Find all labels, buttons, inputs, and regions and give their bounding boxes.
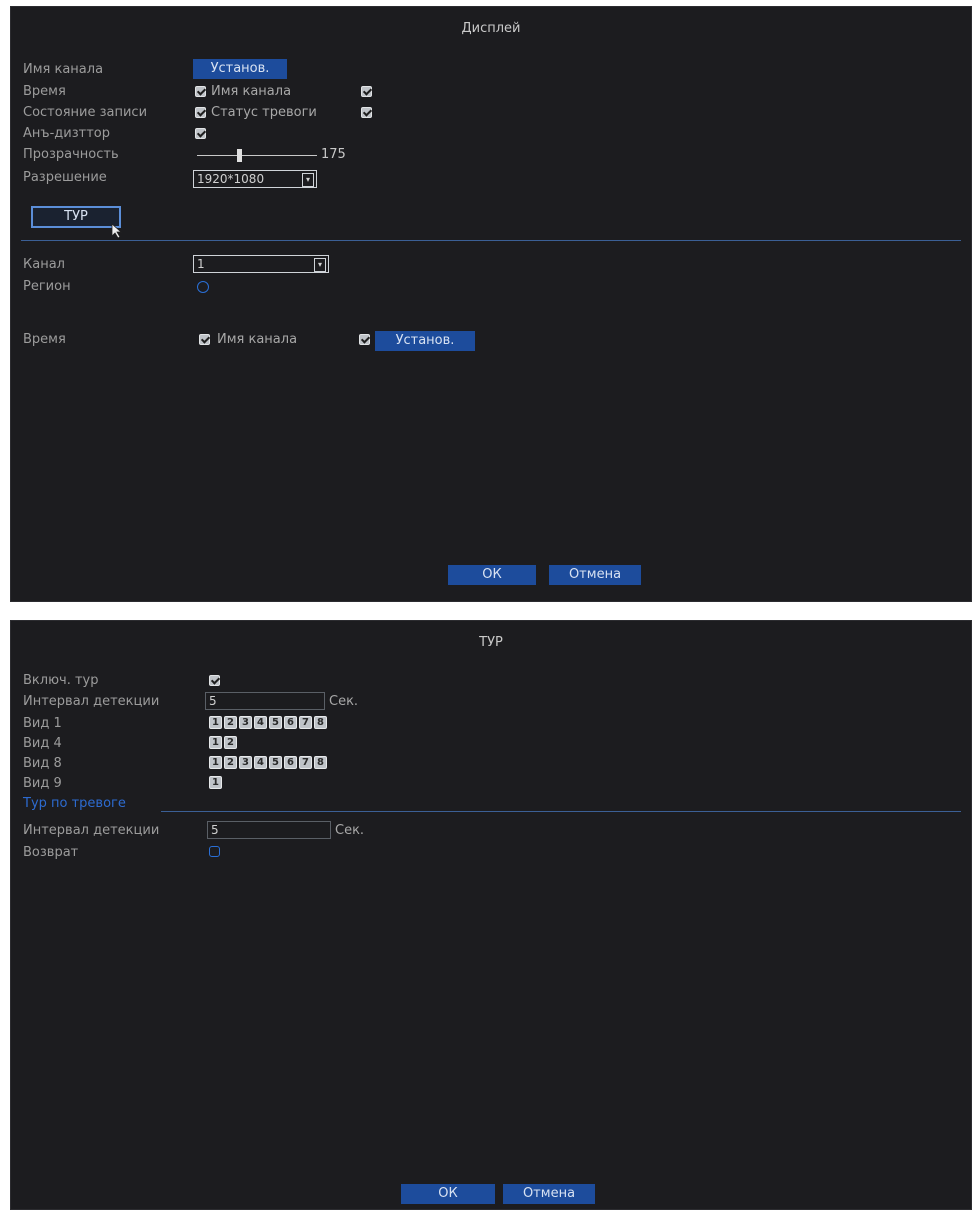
channel-number-box[interactable]: 4 xyxy=(254,756,267,769)
ok-button[interactable]: ОК xyxy=(448,565,536,585)
view-4-label: Вид 4 xyxy=(23,736,62,751)
channel-name-check-label: Имя канала xyxy=(211,84,292,99)
record-status-checkbox[interactable] xyxy=(195,107,206,118)
interval-unit: Сек. xyxy=(329,694,359,709)
enable-tour-checkbox[interactable] xyxy=(209,675,220,686)
tour-ok-button[interactable]: ОК xyxy=(401,1184,495,1204)
transparency-label: Прозрачность xyxy=(23,147,119,162)
channel-label: Канал xyxy=(23,257,65,272)
channel-number-box[interactable]: 7 xyxy=(299,716,312,729)
interval-input[interactable]: 5 xyxy=(205,692,325,710)
channel-number-box[interactable]: 4 xyxy=(254,716,267,729)
cancel-button[interactable]: Отмена xyxy=(549,565,641,585)
resolution-select[interactable]: 1920*1080 ▾ xyxy=(193,170,317,188)
alarm-status-label: Статус тревоги xyxy=(211,105,317,120)
tour-panel: ТУР Включ. тур Интервал детекции 5 Сек. … xyxy=(10,620,972,1210)
channel-number-box[interactable]: 6 xyxy=(284,716,297,729)
channel-name-set-button[interactable]: Установ. xyxy=(193,59,287,79)
channel-number-box[interactable]: 3 xyxy=(239,716,252,729)
time-label: Время xyxy=(23,84,66,99)
transparency-slider-thumb[interactable] xyxy=(237,149,242,162)
channel-value: 1 xyxy=(197,257,205,271)
view-8-label: Вид 8 xyxy=(23,756,62,771)
channel-number-box[interactable]: 2 xyxy=(224,756,237,769)
time-checkbox[interactable] xyxy=(195,86,206,97)
channel-name-label: Имя канала xyxy=(23,62,104,77)
channel-name-checkbox[interactable] xyxy=(361,86,372,97)
time2-label: Время xyxy=(23,332,66,347)
region-label: Регион xyxy=(23,279,71,294)
channel-select[interactable]: 1 ▾ xyxy=(193,255,329,273)
channel-number-box[interactable]: 2 xyxy=(224,736,237,749)
transparency-slider-track[interactable] xyxy=(197,155,317,156)
enable-tour-label: Включ. тур xyxy=(23,673,99,688)
channel-number-box[interactable]: 1 xyxy=(209,736,222,749)
channel-number-box[interactable]: 1 xyxy=(209,776,222,789)
view-4-channels: 12 xyxy=(209,736,237,749)
channel-number-box[interactable]: 8 xyxy=(314,716,327,729)
channel-number-box[interactable]: 2 xyxy=(224,716,237,729)
channel-number-box[interactable]: 5 xyxy=(269,716,282,729)
alarm-interval-label: Интервал детекции xyxy=(23,823,160,838)
tour-title: ТУР xyxy=(479,635,503,650)
channel-number-box[interactable]: 3 xyxy=(239,756,252,769)
view-8-channels: 12345678 xyxy=(209,756,327,769)
set2-button[interactable]: Установ. xyxy=(375,331,475,351)
alarm-interval-input[interactable]: 5 xyxy=(207,821,331,839)
chevron-down-icon: ▾ xyxy=(314,258,326,272)
alarm-tour-section-label: Тур по тревоге xyxy=(23,796,126,811)
display-panel: Дисплей Имя канала Установ. Время Имя ка… xyxy=(10,6,972,602)
display-title: Дисплей xyxy=(461,21,521,36)
channel-number-box[interactable]: 1 xyxy=(209,716,222,729)
return-label: Возврат xyxy=(23,845,79,860)
transparency-value: 175 xyxy=(321,147,346,162)
time2-checkbox[interactable] xyxy=(199,334,210,345)
channel-number-box[interactable]: 7 xyxy=(299,756,312,769)
channel-number-box[interactable]: 1 xyxy=(209,756,222,769)
view-9-label: Вид 9 xyxy=(23,776,62,791)
alarm-status-checkbox[interactable] xyxy=(361,107,372,118)
alarm-interval-unit: Сек. xyxy=(335,823,365,838)
mouse-cursor-icon xyxy=(111,223,123,239)
channel-name2-label: Имя канала xyxy=(217,332,298,347)
view-1-label: Вид 1 xyxy=(23,716,62,731)
channel-number-box[interactable]: 6 xyxy=(284,756,297,769)
view-9-channels: 1 xyxy=(209,776,222,789)
chevron-down-icon: ▾ xyxy=(302,173,314,187)
interval-label: Интервал детекции xyxy=(23,694,160,709)
alarm-tour-divider xyxy=(161,811,961,812)
return-checkbox[interactable] xyxy=(209,846,220,857)
view-1-channels: 12345678 xyxy=(209,716,327,729)
tour-cancel-button[interactable]: Отмена xyxy=(503,1184,595,1204)
channel-name2-checkbox[interactable] xyxy=(359,334,370,345)
channel-number-box[interactable]: 8 xyxy=(314,756,327,769)
channel-number-box[interactable]: 5 xyxy=(269,756,282,769)
record-status-label: Состояние записи xyxy=(23,105,148,120)
resolution-label: Разрешение xyxy=(23,170,107,185)
anti-dither-label: Анъ-дизттор xyxy=(23,126,110,141)
resolution-value: 1920*1080 xyxy=(197,172,265,186)
anti-dither-checkbox[interactable] xyxy=(195,128,206,139)
section-divider xyxy=(21,240,961,241)
tour-button[interactable]: ТУР xyxy=(31,206,121,228)
region-radio[interactable] xyxy=(197,281,209,293)
